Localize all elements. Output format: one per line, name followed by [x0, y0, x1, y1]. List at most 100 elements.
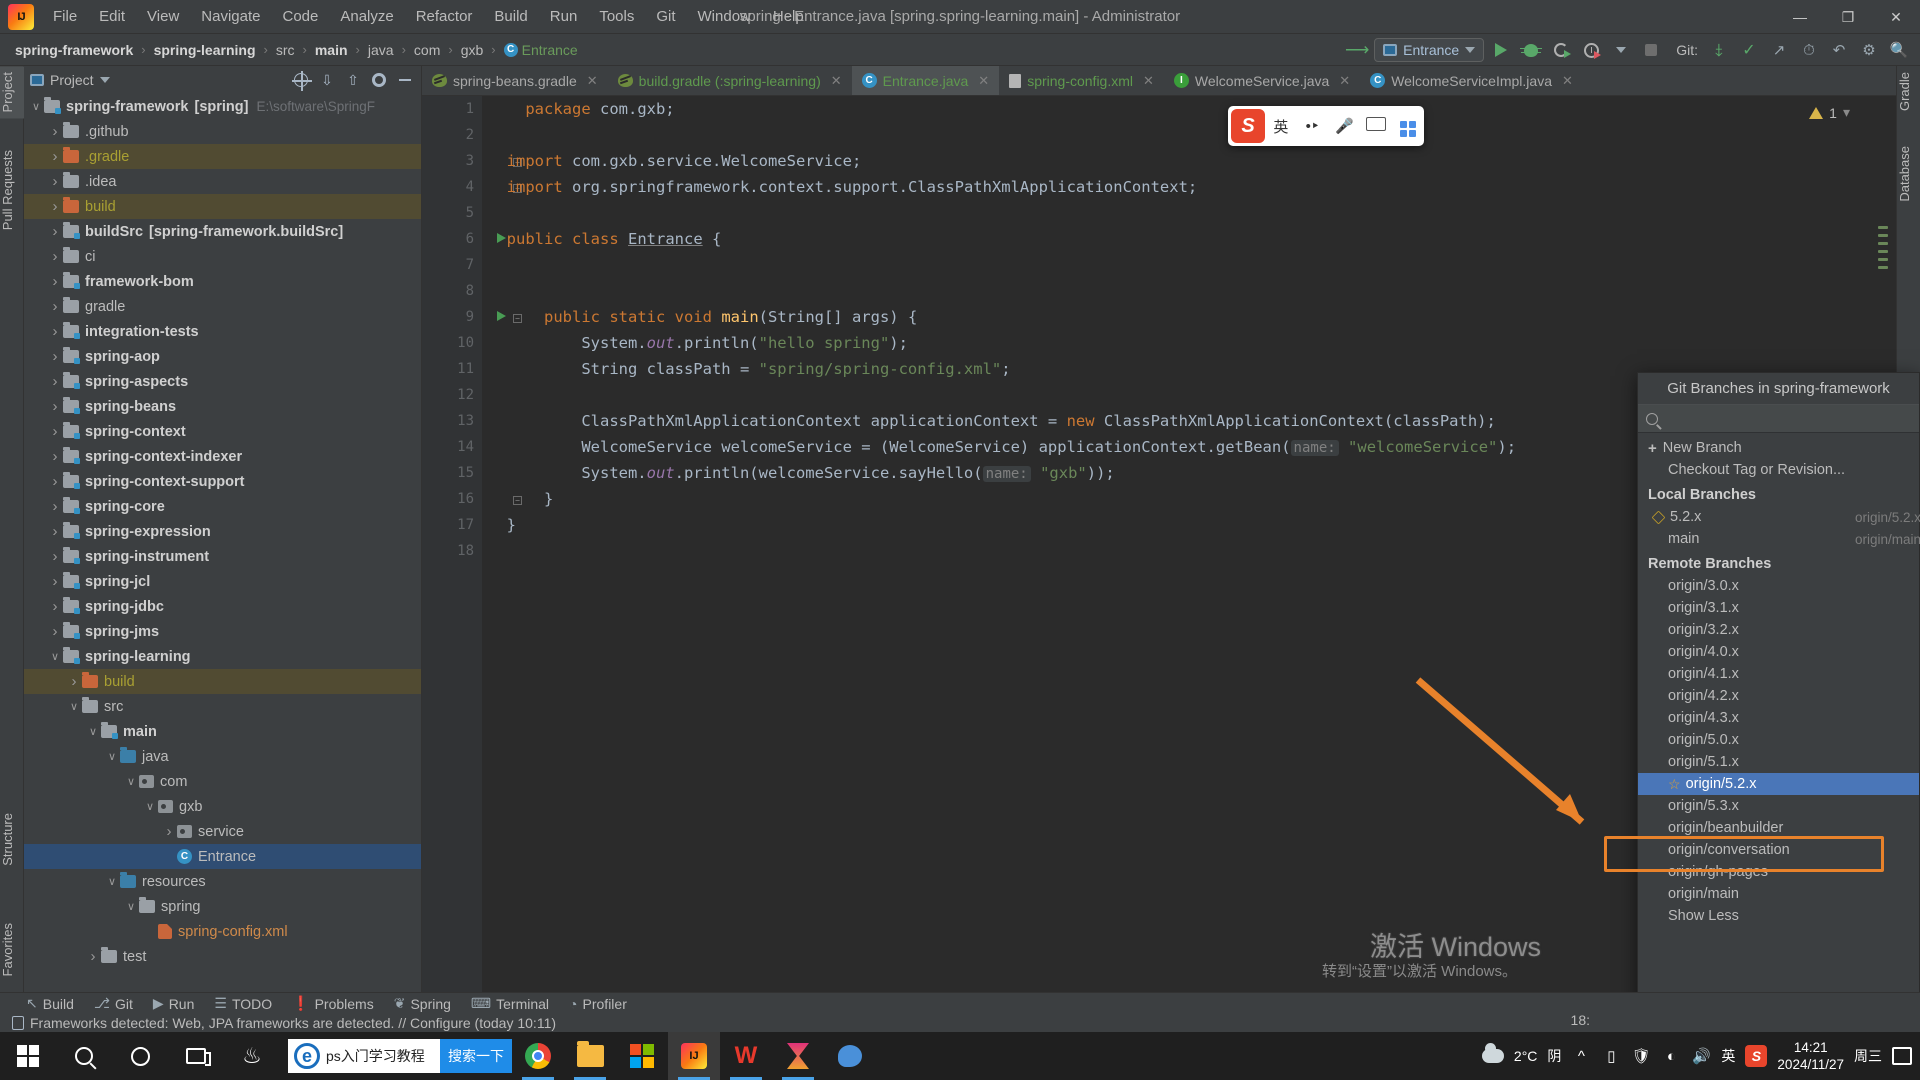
code-line[interactable] [488, 252, 1896, 278]
tree-node-gxb[interactable]: gxb [24, 794, 421, 819]
sidebar-item-gradle[interactable]: Gradle [1897, 66, 1920, 117]
microphone-icon[interactable]: 🎤 [1329, 117, 1361, 135]
editor-tab-build-gradle---spring-learning-[interactable]: build.gradle (:spring-learning) ✕ [608, 66, 852, 95]
chevron-right-icon[interactable] [47, 148, 63, 165]
checkout-tag-item[interactable]: Checkout Tag or Revision... [1638, 459, 1919, 481]
chevron-right-icon[interactable] [66, 673, 82, 690]
close-icon[interactable]: ✕ [1339, 73, 1350, 89]
close-icon[interactable]: ✕ [831, 73, 842, 89]
chevron-right-icon[interactable] [47, 423, 63, 440]
tool-window-terminal[interactable]: ⌨ Terminal [471, 995, 549, 1012]
menu-item-code[interactable]: Code [271, 3, 329, 30]
tree-node-spring-instrument[interactable]: spring-instrument [24, 544, 421, 569]
tool-window-buttons[interactable]: ↖ Build ⎇ Git ▶ Run ☰ TODO ❗ Problems ❦ Spring ⌨ Term… [0, 993, 1920, 1014]
editor-gutter[interactable]: 1 2 3−4−5 6 7 8 9−10 11 12 13 14 15 16−17 18 [422, 96, 522, 992]
chevron-right-icon[interactable] [85, 948, 101, 965]
chevron-down-icon[interactable] [104, 875, 120, 888]
menu-item-refactor[interactable]: Refactor [405, 3, 484, 30]
ime-toolbar[interactable]: 英 •‣ 🎤 [1228, 106, 1424, 146]
tree-node-spring-jms[interactable]: spring-jms [24, 619, 421, 644]
breadcrumb-item-spring-learning[interactable]: spring-learning [151, 41, 259, 59]
breadcrumb[interactable]: spring-framework › spring-learning › src › mai… [0, 41, 581, 59]
show-less-item[interactable]: Show Less [1638, 905, 1919, 927]
tree-node-spring-jcl[interactable]: spring-jcl [24, 569, 421, 594]
remote-branch-origin-3-2-x[interactable]: origin/3.2.x [1638, 619, 1919, 641]
remote-branch-origin-beanbuilder[interactable]: origin/beanbuilder [1638, 817, 1919, 839]
chevron-right-icon[interactable] [47, 198, 63, 215]
search-icon[interactable] [56, 1032, 112, 1080]
tool-window-profiler[interactable]: ◔ Profiler [569, 996, 627, 1012]
project-tree[interactable]: spring-framework [spring] E:\software\Spri… [24, 94, 421, 992]
tree-node--github[interactable]: .github [24, 119, 421, 144]
chevron-down-icon[interactable] [104, 750, 120, 763]
git-branch-search[interactable] [1638, 405, 1919, 433]
tree-node-framework-bom[interactable]: framework-bom [24, 269, 421, 294]
project-panel-title[interactable]: Project [30, 72, 110, 88]
breadcrumb-item-gxb[interactable]: gxb [458, 41, 487, 59]
tree-node-spring-config-xml[interactable]: spring-config.xml [24, 919, 421, 944]
tool-window-run[interactable]: ▶ Run [153, 995, 194, 1012]
tool-window-todo[interactable]: ☰ TODO [214, 995, 272, 1012]
minimize-button[interactable]: — [1776, 0, 1824, 34]
close-button[interactable]: ✕ [1872, 0, 1920, 34]
code-line[interactable]: public class Entrance { [488, 226, 1896, 252]
tool-window-problems[interactable]: ❗ Problems [292, 995, 374, 1012]
remote-branch-origin-5-1-x[interactable]: origin/5.1.x [1638, 751, 1919, 773]
chevron-right-icon[interactable] [47, 298, 63, 315]
close-icon[interactable]: ✕ [978, 73, 989, 89]
keyboard-icon[interactable] [1360, 117, 1392, 135]
breadcrumb-item-src[interactable]: src [273, 41, 298, 59]
chevron-right-icon[interactable] [47, 248, 63, 265]
chevron-right-icon[interactable] [47, 598, 63, 615]
tree-node--idea[interactable]: .idea [24, 169, 421, 194]
cortana-icon[interactable] [112, 1032, 168, 1080]
code-line[interactable]: package com.gxb; [488, 96, 1896, 122]
tree-node-buildsrc[interactable]: buildSrc [spring-framework.buildSrc] [24, 219, 421, 244]
new-branch-item[interactable]: + New Branch [1638, 437, 1919, 459]
chevron-right-icon[interactable] [47, 323, 63, 340]
chevron-down-icon[interactable] [123, 900, 139, 913]
remote-branch-origin-4-1-x[interactable]: origin/4.1.x [1638, 663, 1919, 685]
clock[interactable]: 14:21 2024/11/27 [1777, 1039, 1844, 1073]
hide-icon[interactable] [395, 70, 415, 90]
remote-branch-origin-4-0-x[interactable]: origin/4.0.x [1638, 641, 1919, 663]
search-button[interactable]: 搜索一下 [440, 1039, 512, 1073]
editor-tab-welcomeservice-java[interactable]: WelcomeService.java ✕ [1164, 66, 1360, 95]
sidebar-item-pull-requests[interactable]: Pull Requests [0, 144, 24, 236]
code-line[interactable]: import com.gxb.service.WelcomeService; [488, 148, 1896, 174]
code-line[interactable]: import org.springframework.context.suppo… [488, 174, 1896, 200]
network-icon[interactable]: ◐ [1661, 1046, 1681, 1066]
code-line[interactable]: System.out.println("hello spring"); [488, 330, 1896, 356]
ime-mode-label[interactable]: 英 [1265, 116, 1297, 137]
tree-node-spring-beans[interactable]: spring-beans [24, 394, 421, 419]
tree-node-main[interactable]: main [24, 719, 421, 744]
usb-icon[interactable]: ▯ [1601, 1046, 1621, 1066]
code-line[interactable] [488, 200, 1896, 226]
sogou-icon[interactable] [1231, 109, 1265, 143]
weather-temp[interactable]: 2°C [1514, 1048, 1538, 1064]
rollback-icon[interactable]: ↶ [1826, 37, 1852, 63]
taskbar-search-box[interactable]: ps入门学习教程 搜索一下 [288, 1039, 512, 1073]
debug-icon[interactable] [1518, 37, 1544, 63]
chevron-right-icon[interactable] [47, 498, 63, 515]
settings-icon[interactable]: ⚙ [1856, 37, 1882, 63]
chevron-down-icon[interactable] [1608, 37, 1634, 63]
sidebar-item-project[interactable]: Project [0, 66, 24, 119]
chevron-right-icon[interactable] [47, 373, 63, 390]
sidebar-item-database[interactable]: Database [1897, 140, 1920, 208]
status-message[interactable]: Frameworks detected: Web, JPA frameworks… [30, 1015, 556, 1031]
ime-indicator[interactable]: 英 [1721, 1046, 1735, 1066]
tree-node-spring-core[interactable]: spring-core [24, 494, 421, 519]
wps-icon[interactable]: W [720, 1032, 772, 1080]
editor-tab-spring-beans-gradle[interactable]: spring-beans.gradle ✕ [422, 66, 608, 95]
tree-node-resources[interactable]: resources [24, 869, 421, 894]
chevron-right-icon[interactable] [47, 473, 63, 490]
tree-node-spring-learning[interactable]: spring-learning [24, 644, 421, 669]
editor-tab-spring-config-xml[interactable]: spring-config.xml ✕ [999, 66, 1164, 95]
close-icon[interactable]: ✕ [587, 73, 598, 89]
chrome-icon[interactable] [512, 1032, 564, 1080]
chevron-down-icon[interactable] [85, 725, 101, 738]
chevron-down-icon[interactable] [142, 800, 158, 813]
tool-window-build[interactable]: ↖ Build [26, 995, 74, 1012]
remote-branch-origin-5-0-x[interactable]: origin/5.0.x [1638, 729, 1919, 751]
